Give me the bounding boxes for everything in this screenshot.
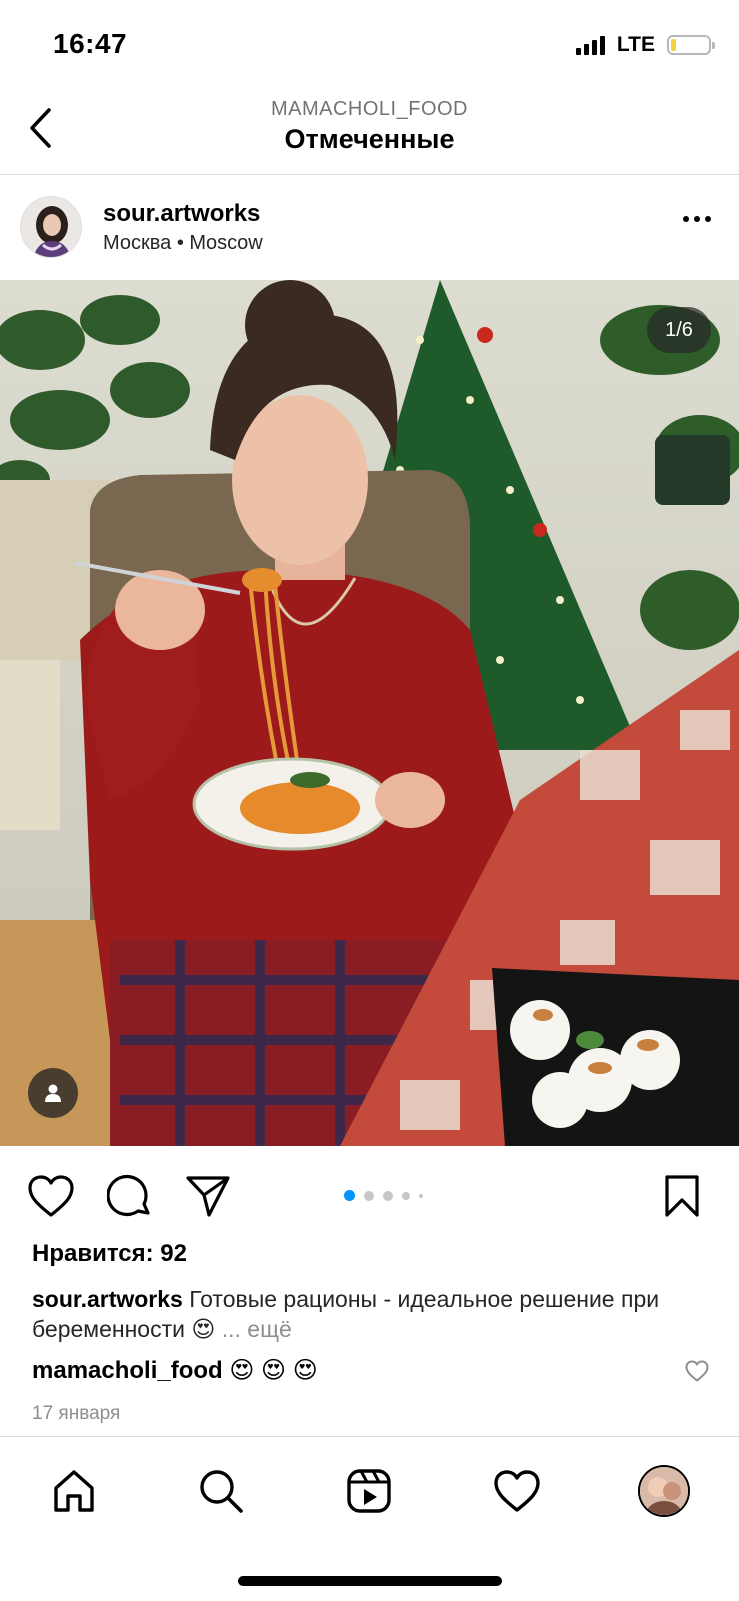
- carousel-counter: 1/6: [647, 307, 711, 353]
- signal-icon: [575, 35, 605, 55]
- tagged-users-button[interactable]: [28, 1068, 78, 1118]
- status-indicators: LTE: [575, 33, 715, 57]
- post-header: sour.artworks Москва • Moscow: [0, 174, 739, 280]
- carousel-dots: [344, 1190, 423, 1201]
- home-icon: [54, 1470, 94, 1512]
- heart-icon: [685, 1360, 709, 1382]
- comment-text: 😍 😍 😍: [222, 1357, 318, 1384]
- carousel-dot-active: [344, 1190, 355, 1201]
- caption-more-link[interactable]: ... ещё: [215, 1316, 292, 1342]
- nav-header: MAMACHOLI_FOOD Отмеченные: [0, 90, 739, 175]
- page-title: Отмеченные: [284, 124, 455, 154]
- comment-like-button[interactable]: [685, 1360, 709, 1387]
- network-label: LTE: [616, 33, 655, 56]
- bookmark-icon: [665, 1175, 699, 1217]
- comment-row: mamacholi_food 😍 😍 😍: [32, 1356, 318, 1385]
- likes-count[interactable]: Нравится: 92: [32, 1240, 187, 1268]
- comment-username[interactable]: mamacholi_food: [32, 1357, 223, 1384]
- caption-username[interactable]: sour.artworks: [32, 1286, 183, 1312]
- activity-heart-icon: [494, 1470, 540, 1512]
- search-icon: [200, 1470, 243, 1513]
- user-tag-icon: [45, 1084, 61, 1102]
- battery-icon: [667, 35, 715, 55]
- like-button[interactable]: [27, 1172, 75, 1220]
- heart-icon: [28, 1175, 74, 1217]
- more-options-button[interactable]: [683, 216, 711, 222]
- comment-button[interactable]: [106, 1172, 154, 1220]
- send-icon: [186, 1176, 230, 1217]
- comment-icon: [107, 1174, 150, 1217]
- carousel-dot: [419, 1193, 423, 1198]
- reels-icon: [347, 1469, 391, 1513]
- post-caption: sour.artworks Готовые рационы - идеально…: [32, 1284, 722, 1344]
- tab-activity[interactable]: [489, 1463, 545, 1519]
- post-date: 17 января: [32, 1403, 121, 1424]
- status-bar: 16:47 LTE: [0, 0, 739, 90]
- tab-home[interactable]: [46, 1463, 102, 1519]
- tab-reels[interactable]: [341, 1463, 397, 1519]
- post-username[interactable]: sour.artworks: [103, 200, 260, 228]
- tab-profile[interactable]: [638, 1465, 690, 1517]
- post-location[interactable]: Москва • Moscow: [103, 232, 263, 255]
- save-button[interactable]: [658, 1172, 706, 1220]
- profile-avatar: [640, 1467, 688, 1515]
- more-horizontal-icon: [683, 216, 689, 222]
- home-indicator[interactable]: [238, 1576, 502, 1586]
- photo-image: [0, 280, 739, 1146]
- carousel-dot: [402, 1191, 410, 1200]
- status-time: 16:47: [53, 28, 128, 59]
- account-name: MAMACHOLI_FOOD: [270, 98, 469, 120]
- tab-search[interactable]: [193, 1463, 249, 1519]
- share-button[interactable]: [184, 1172, 232, 1220]
- post-photo[interactable]: 1/6: [0, 280, 739, 1146]
- carousel-dot: [383, 1190, 393, 1201]
- avatar[interactable]: [20, 196, 82, 258]
- post-actions: [0, 1146, 739, 1236]
- carousel-dot: [364, 1190, 374, 1201]
